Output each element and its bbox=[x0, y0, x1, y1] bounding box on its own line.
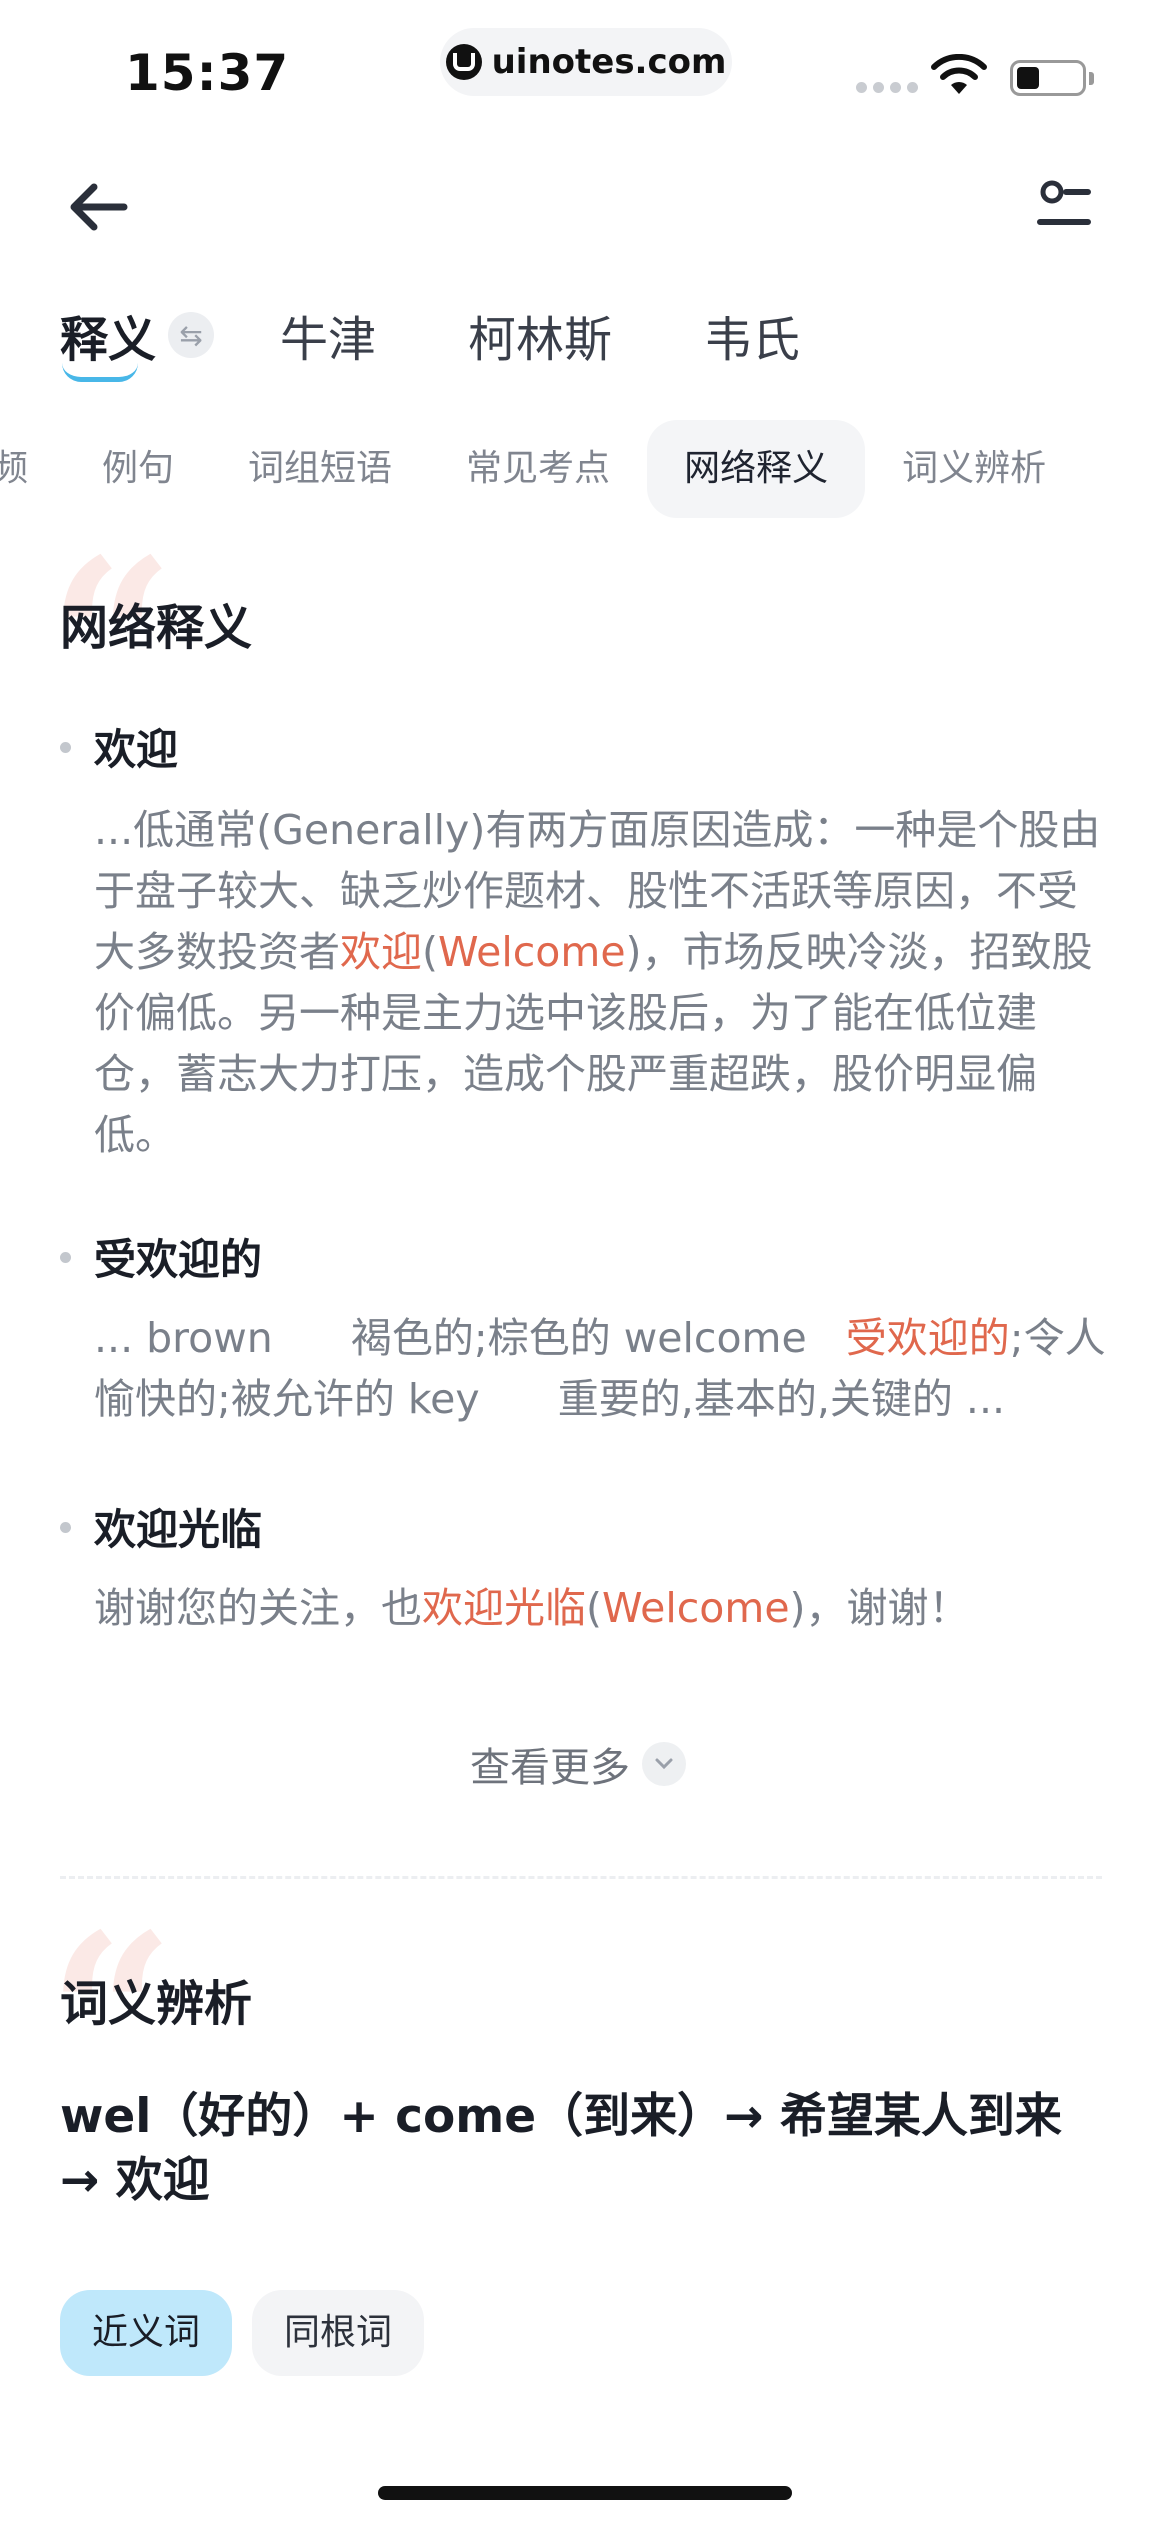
tab-phrases[interactable]: 词组短语 bbox=[211, 420, 429, 518]
tab-frequency[interactable]: 考频 bbox=[0, 420, 65, 518]
section-tabs: 考频 例句 词组短语 常见考点 网络释义 词义辨析 bbox=[0, 420, 1083, 518]
filter-settings-icon[interactable] bbox=[1034, 178, 1094, 238]
tab-oxford[interactable]: 牛津 bbox=[280, 300, 376, 370]
bullet bbox=[60, 1522, 71, 1533]
tab-synonym-analysis[interactable]: 词义辨析 bbox=[865, 420, 1083, 518]
chip-synonyms[interactable]: 近义词 bbox=[60, 2290, 233, 2376]
battery-cap bbox=[1089, 72, 1094, 85]
home-indicator[interactable] bbox=[378, 2486, 792, 2500]
status-time: 15:37 bbox=[125, 44, 290, 102]
synonym-title: 词义辨析 bbox=[60, 1976, 253, 2032]
cellular-signal-icon bbox=[856, 82, 918, 93]
def-body: ...低通常(Generally)有两方面原因造成：一种是个股由于盘子较大、缺乏… bbox=[94, 800, 1110, 1166]
def-body: ... brown 褐色的;棕色的 welcome 受欢迎的;令人愉快的;被允许… bbox=[94, 1308, 1110, 1430]
def-heading: 欢迎 bbox=[94, 725, 179, 774]
chip-cognates[interactable]: 同根词 bbox=[252, 2290, 425, 2376]
tab-exam-points[interactable]: 常见考点 bbox=[429, 420, 647, 518]
def-heading: 欢迎光临 bbox=[94, 1505, 263, 1554]
dictionary-tabs: 释义 ⇆ 牛津 柯林斯 韦氏 bbox=[60, 300, 892, 382]
view-more-button[interactable]: 查看更多 bbox=[470, 1735, 686, 1793]
url-text: uinotes.com bbox=[491, 42, 727, 82]
body-text: ( bbox=[586, 1584, 602, 1632]
def-heading: 受欢迎的 bbox=[94, 1235, 263, 1284]
back-arrow-icon[interactable] bbox=[64, 172, 134, 242]
body-text: ( bbox=[422, 928, 438, 976]
chevron-down-icon bbox=[642, 1742, 686, 1786]
tab-webster[interactable]: 韦氏 bbox=[704, 300, 800, 370]
url-bar[interactable]: uinotes.com bbox=[440, 28, 732, 96]
battery-icon bbox=[1010, 60, 1086, 96]
highlight-text: 受欢迎的 bbox=[845, 1314, 1010, 1362]
highlight-text: Welcome bbox=[602, 1584, 790, 1632]
web-defs-title: 网络释义 bbox=[60, 600, 253, 656]
bullet bbox=[60, 742, 71, 753]
tab-examples[interactable]: 例句 bbox=[65, 420, 211, 518]
def-body: 谢谢您的关注，也欢迎光临(Welcome)，谢谢！ bbox=[94, 1578, 1110, 1639]
view-more-label: 查看更多 bbox=[470, 1745, 630, 1791]
section-divider bbox=[60, 1876, 1102, 1879]
tab-definition[interactable]: 释义 bbox=[60, 300, 156, 382]
site-logo-icon bbox=[445, 44, 482, 80]
bullet bbox=[60, 1252, 71, 1263]
highlight-text: Welcome bbox=[438, 928, 626, 976]
swap-icon[interactable]: ⇆ bbox=[168, 312, 215, 358]
tab-collins[interactable]: 柯林斯 bbox=[468, 300, 612, 370]
body-text: )，谢谢！ bbox=[789, 1584, 970, 1632]
tab-web-definitions[interactable]: 网络释义 bbox=[647, 420, 866, 518]
highlight-text: 欢迎光临 bbox=[422, 1584, 586, 1632]
etymology-text: wel（好的）+ come（到来）→ 希望某人到来 → 欢迎 bbox=[60, 2089, 1062, 2208]
highlight-text: 欢迎 bbox=[340, 928, 422, 976]
body-text: ... brown 褐色的;棕色的 welcome bbox=[94, 1314, 846, 1362]
body-text: 谢谢您的关注，也 bbox=[94, 1584, 422, 1632]
wifi-icon bbox=[931, 54, 987, 94]
